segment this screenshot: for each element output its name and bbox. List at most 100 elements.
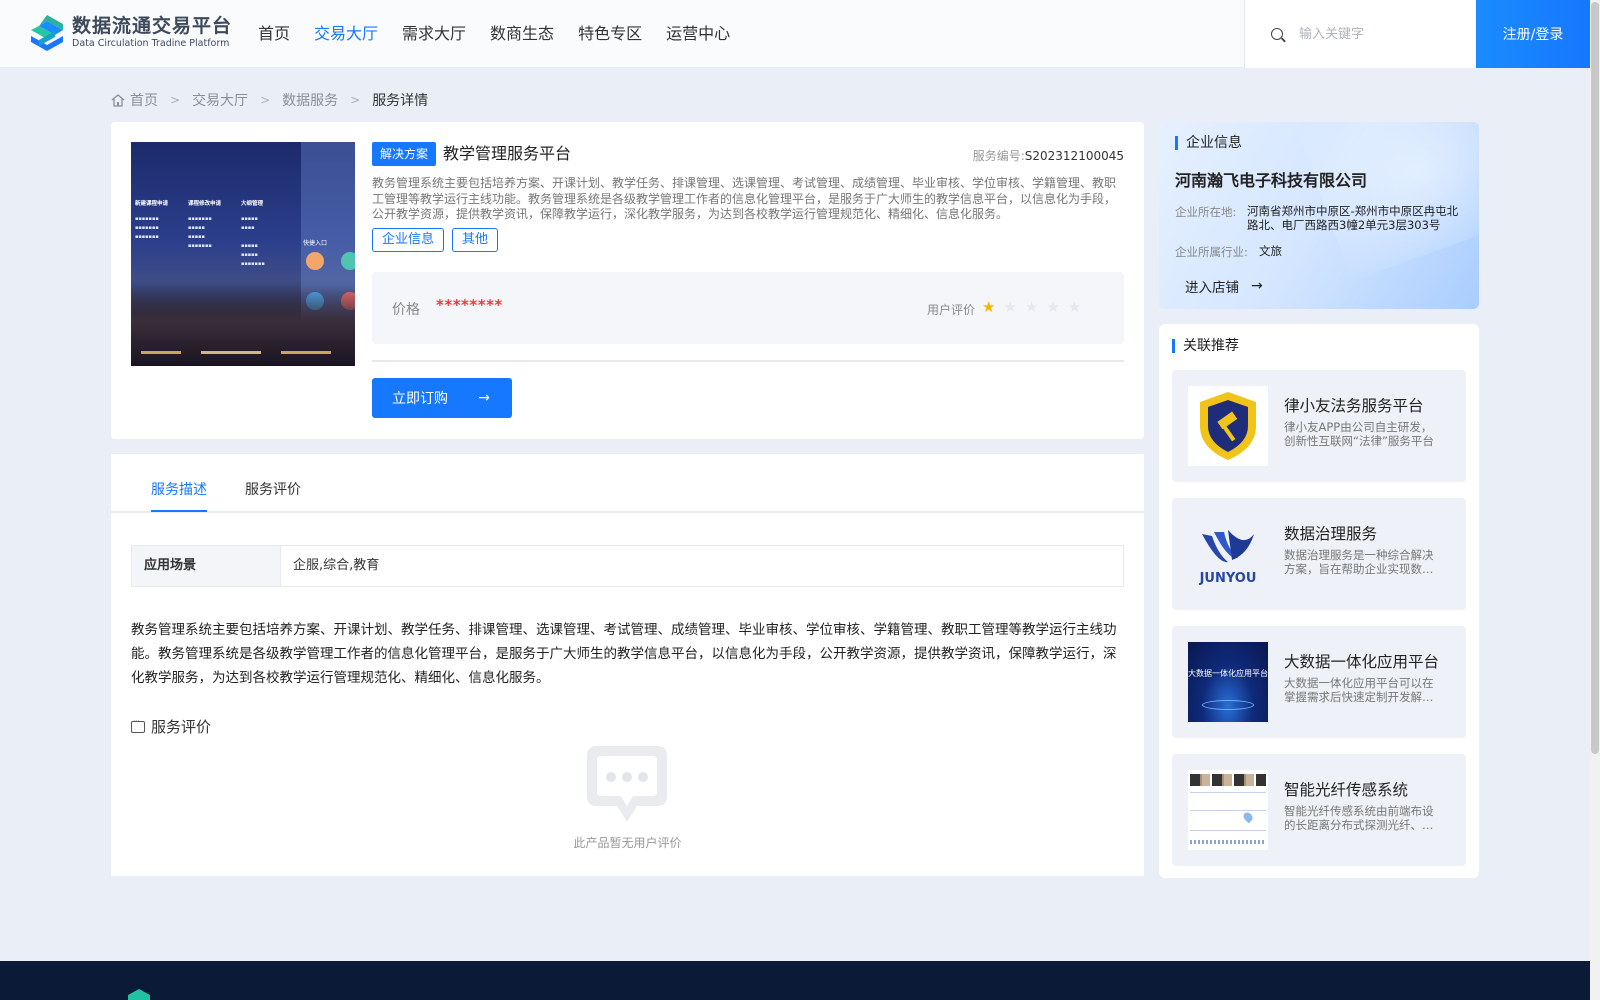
product-description: 教务管理系统主要包括培养方案、开课计划、教学任务、排课管理、选课管理、考试管理、… [372,176,1117,221]
product-image: 新建课程申请 ▪▪▪▪▪▪▪ ▪▪▪▪▪▪▪ ▪▪▪▪▪▪▪ 课程修改申请 ▪▪▪▪… [131,142,355,366]
detail-tabs: 服务描述 服务评价 [111,454,1144,513]
comment-icon [131,717,145,733]
shield-logo-icon [1188,386,1268,466]
image-col2-heading: 课程修改申请 [188,201,222,207]
nav-ecosystem[interactable]: 数商生态 [490,22,554,46]
image-col1-heading: 新建课程申请 [135,201,169,207]
image-col3-heading: 大纲管理 [241,201,264,207]
related-item-title: 智能光纤传感系统 [1284,781,1409,799]
search-input[interactable] [1299,26,1449,42]
page-scrollbar[interactable] [1590,0,1600,1000]
detail-card: 服务描述 服务评价 应用场景 企服,综合,教育 教务管理系统主要包括培养方案、开… [111,454,1144,876]
star-icon: ★ [982,298,996,316]
search-box [1244,0,1476,68]
related-item[interactable]: 智能光纤传感系统 智能光纤传感系统由前端布设的长距离分布式探测光纤、解调设备组成 [1172,754,1466,866]
footer [0,961,1600,1000]
related-item-desc: 大数据一体化应用平台可以在掌握需求后快速定制开发解决方案 [1284,676,1434,704]
rating-stars: ★ ★ ★ ★ ★ [982,298,1089,316]
service-long-description: 教务管理系统主要包括培养方案、开课计划、教学任务、排课管理、选课管理、考试管理、… [131,622,1117,686]
bigdata-banner-image: 大数据一体化应用平台 [1188,642,1268,722]
scenario-key: 应用场景 [132,546,281,586]
nav-home[interactable]: 首页 [258,22,290,46]
star-icon: ★ [1003,298,1017,316]
image-entry-label: 快捷入口 [303,240,328,247]
logo-title: 数据流通交易平台 [72,15,233,37]
star-icon: ★ [1046,298,1060,316]
register-login-button[interactable]: 注册/登录 [1476,0,1590,68]
empty-comment-icon [585,744,669,830]
main-nav: 首页 交易大厅 需求大厅 数商生态 特色专区 运营中心 [258,22,754,46]
logo-subtitle: Data Circulation Tradine Platform [72,38,230,49]
company-industry-row: 企业所属行业: 文旅 [1175,244,1471,260]
breadcrumb: 首页 > 交易大厅 > 数据服务 > 服务详情 [111,90,428,110]
price-value: ******** [436,296,503,314]
related-item-title: 律小友法务服务平台 [1284,397,1424,415]
chevron-right-icon: > [350,93,361,107]
bigdata-banner-text: 大数据一体化应用平台 [1188,669,1268,678]
related-item-desc: 数据治理服务是一种综合解决方案，旨在帮助企业实现数据的有效管理 [1284,548,1434,576]
service-number-value: S202312100045 [1024,149,1124,163]
rating-label: 用户评价 [927,303,976,317]
price-box: 价格 ******** 用户评价 ★ ★ ★ ★ ★ [372,272,1124,344]
related-item[interactable]: 大数据一体化应用平台 大数据一体化应用平台 大数据一体化应用平台可以在掌握需求后… [1172,626,1466,738]
company-info-card: 企业信息 河南瀚飞电子科技有限公司 企业所在地: 河南省郑州市中原区-郑州市中原… [1159,122,1479,309]
order-button-label: 立即订购 [392,391,448,407]
tab-service-review[interactable]: 服务评价 [245,479,301,510]
empty-review-text: 此产品暂无用户评价 [573,836,682,850]
tag-company-info[interactable]: 企业信息 [372,228,445,252]
related-item[interactable]: JUNYOU 数据治理服务 数据治理服务是一种综合解决方案，旨在帮助企业实现数据… [1172,498,1466,610]
company-heading: 企业信息 [1175,136,1242,150]
arrow-right-icon: → [478,390,490,406]
company-location: 河南省郑州市中原区-郑州市中原区冉屯北路北、电厂西路西3幢2单元3层303号 [1247,204,1459,232]
company-industry: 文旅 [1259,244,1282,258]
tag-list: 企业信息 其他 [372,228,506,252]
related-item-title: 数据治理服务 [1284,525,1378,543]
related-recommendations: 关联推荐 律小友法务服务平台 律小友APP由公司自主研发，创新性互联网“法律”服… [1159,324,1479,878]
breadcrumb-current: 服务详情 [372,93,429,109]
site-logo[interactable]: 数据流通交易平台 Data Circulation Tradine Platfo… [28,13,232,53]
breadcrumb-trading-hall[interactable]: 交易大厅 [192,90,248,110]
chevron-right-icon: > [170,93,181,107]
price-label: 价格 [392,302,420,318]
star-icon: ★ [1024,298,1039,316]
nav-operation-center[interactable]: 运营中心 [666,22,730,46]
product-card: 新建课程申请 ▪▪▪▪▪▪▪ ▪▪▪▪▪▪▪ ▪▪▪▪▪▪▪ 课程修改申请 ▪▪▪▪… [111,122,1144,439]
nav-trading-hall[interactable]: 交易大厅 [314,22,378,46]
tag-other[interactable]: 其他 [452,228,499,252]
company-location-row: 企业所在地: 河南省郑州市中原区-郑州市中原区冉屯北路北、电厂西路西3幢2单元3… [1175,204,1459,232]
review-section-heading: 服务评价 [131,716,211,737]
logo-icon [28,13,66,53]
service-number-label: 服务编号: [972,149,1025,163]
related-item-desc: 律小友APP由公司自主研发，创新性互联网“法律”服务平台 [1284,420,1434,448]
related-item-title: 大数据一体化应用平台 [1284,653,1440,671]
company-name: 河南瀚飞电子科技有限公司 [1175,171,1368,190]
solution-badge: 解决方案 [372,142,437,166]
company-location-label: 企业所在地: [1175,205,1237,219]
related-item[interactable]: 律小友法务服务平台 律小友APP由公司自主研发，创新性互联网“法律”服务平台 [1172,370,1466,482]
breadcrumb-home[interactable]: 首页 [130,90,158,110]
top-header: 数据流通交易平台 Data Circulation Tradine Platfo… [0,0,1600,68]
service-number: 服务编号:S202312100045 [973,147,1124,164]
scenario-table: 应用场景 企服,综合,教育 [131,545,1124,587]
star-icon: ★ [1067,298,1082,316]
company-industry-label: 企业所属行业: [1175,245,1248,259]
scenario-value: 企服,综合,教育 [293,558,380,573]
enter-shop-label: 进入店铺 [1185,280,1239,296]
nav-special-zone[interactable]: 特色专区 [578,22,642,46]
order-now-button[interactable]: 立即订购 → [372,378,512,418]
related-heading: 关联推荐 [1172,339,1239,353]
review-heading-text: 服务评价 [151,718,212,736]
product-title: 教学管理服务平台 [443,144,572,163]
related-item-desc: 智能光纤传感系统由前端布设的长距离分布式探测光纤、解调设备组成 [1284,804,1434,832]
fiber-sensing-screenshot [1188,770,1268,850]
arrow-right-icon: → [1251,278,1263,294]
home-icon[interactable] [111,93,125,107]
breadcrumb-data-service[interactable]: 数据服务 [282,90,338,110]
scrollbar-thumb[interactable] [1591,2,1599,754]
divider [372,360,1124,362]
footer-logo-icon [124,989,154,1000]
tab-service-description[interactable]: 服务描述 [151,479,207,512]
nav-demand-hall[interactable]: 需求大厅 [402,22,466,46]
search-icon[interactable] [1271,28,1283,40]
enter-shop-link[interactable]: 进入店铺 → [1185,276,1263,296]
